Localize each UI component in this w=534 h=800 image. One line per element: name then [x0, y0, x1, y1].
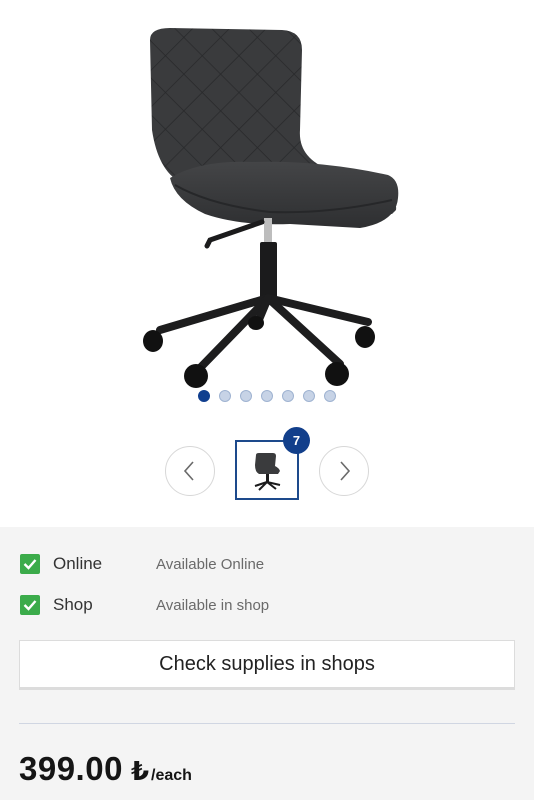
office-chair-thumbnail-icon: [254, 453, 281, 491]
carousel-dot-5[interactable]: [282, 390, 294, 402]
office-chair-image: [143, 28, 399, 388]
carousel-dots: [0, 390, 534, 404]
image-count-badge: 7: [283, 427, 310, 454]
availability-status: Available Online: [156, 555, 265, 573]
availability-row-online: Online Available Online: [20, 552, 520, 576]
product-image[interactable]: [0, 0, 534, 410]
price-unit: /each: [151, 767, 192, 784]
carousel-dot-7[interactable]: [324, 390, 336, 402]
carousel-dot-3[interactable]: [240, 390, 252, 402]
divider: [19, 723, 515, 724]
chevron-right-icon: [340, 461, 351, 481]
availability-label: Shop: [53, 595, 93, 614]
previous-image-button[interactable]: [165, 446, 215, 496]
availability-row-shop: Shop Available in shop: [20, 593, 520, 617]
availability-status: Available in shop: [156, 596, 270, 614]
next-image-button[interactable]: [319, 446, 369, 496]
check-icon: [20, 595, 40, 615]
price: 399.00 ₺ /each: [19, 750, 192, 788]
currency-symbol: ₺: [130, 756, 150, 786]
thumbnail-strip: 7: [0, 427, 534, 502]
check-supplies-button[interactable]: Check supplies in shops: [19, 640, 515, 690]
price-amount: 399.00: [19, 750, 123, 787]
carousel-dot-2[interactable]: [219, 390, 231, 402]
carousel-dot-6[interactable]: [303, 390, 315, 402]
availability-panel: Online Available Online Shop Available i…: [0, 527, 534, 800]
chevron-left-icon: [183, 461, 194, 481]
check-icon: [20, 554, 40, 574]
carousel-dot-1[interactable]: [198, 390, 210, 402]
availability-label: Online: [53, 554, 103, 573]
carousel-dot-4[interactable]: [261, 390, 273, 402]
